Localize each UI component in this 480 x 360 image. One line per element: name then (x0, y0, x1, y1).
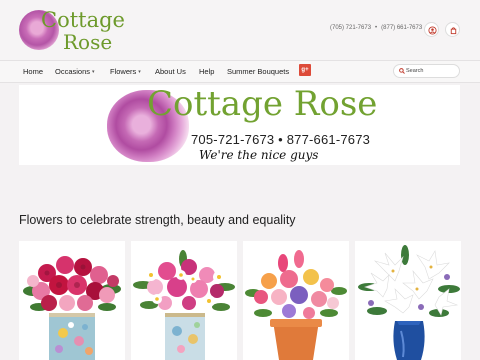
banner-phones: 705-721-7673 • 877-661-7673 (191, 132, 371, 147)
account-button[interactable] (424, 22, 439, 37)
nav-item-summer-bouquets[interactable]: Summer Bouquets (227, 67, 289, 76)
product-card[interactable] (243, 241, 349, 360)
search-input[interactable] (406, 66, 456, 76)
product-card[interactable] (355, 241, 461, 360)
site-header: Cottage Rose (705) 721-7673 • (877) 661-76… (0, 0, 480, 60)
banner-title: Cottage Rose (147, 84, 378, 124)
hero-banner: Cottage Rose 705-721-7673 • 877-661-7673… (19, 85, 460, 165)
section-heading: Flowers to celebrate strength, beauty an… (19, 213, 296, 227)
product-image-terracotta-pot (245, 250, 347, 360)
search-box[interactable] (393, 64, 460, 78)
product-image-lilies-vase (358, 245, 460, 360)
phone-local[interactable]: (705) 721-7673 (330, 25, 371, 31)
brand-logo[interactable]: Cottage Rose (19, 6, 125, 54)
nav-item-home[interactable]: Home (23, 67, 43, 76)
product-image-roses-tin (23, 256, 121, 360)
banner-tagline: We're the nice guys (199, 148, 319, 162)
cart-button[interactable] (445, 22, 460, 37)
chevron-down-icon: ▾ (92, 69, 95, 75)
search-icon (399, 68, 405, 74)
nav-item-about-us[interactable]: About Us (155, 67, 186, 76)
phone-tollfree[interactable]: (877) 661-7673 (381, 25, 422, 31)
nav-item-help[interactable]: Help (199, 67, 214, 76)
header-phones: (705) 721-7673 • (877) 661-7673 (330, 25, 422, 31)
phone-separator: • (375, 25, 378, 31)
product-image-daisy-tin (133, 250, 235, 360)
brand-name-part2: Rose (63, 30, 113, 54)
chevron-down-icon: ▾ (138, 69, 141, 75)
user-icon (428, 26, 437, 35)
nav-item-occasions[interactable]: Occasions ▾ (55, 67, 95, 76)
google-plus-icon[interactable]: g+ (299, 64, 311, 76)
nav-item-flowers[interactable]: Flowers ▾ (110, 67, 141, 76)
product-card[interactable] (19, 241, 125, 360)
product-card[interactable] (131, 241, 237, 360)
brand-name-part1: Cottage (41, 8, 125, 32)
shopping-bag-icon (450, 27, 457, 35)
